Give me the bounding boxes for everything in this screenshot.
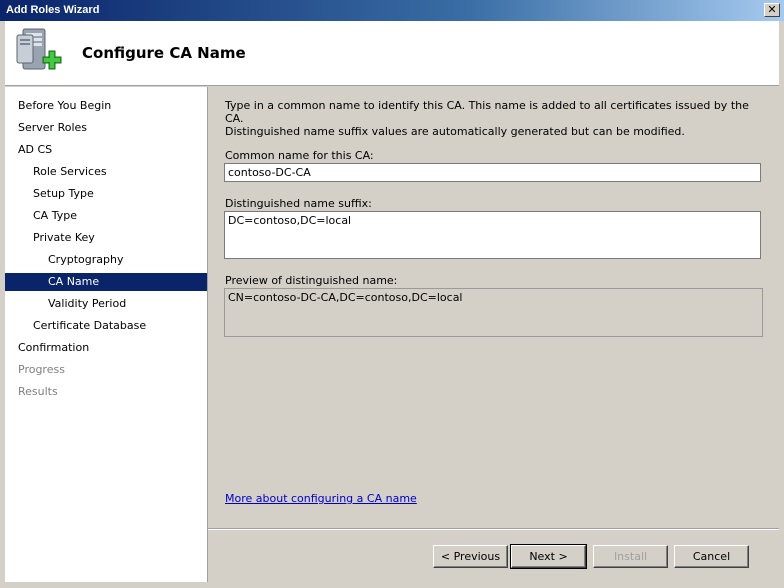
dn-suffix-input[interactable]: DC=contoso,DC=local bbox=[224, 211, 761, 259]
install-button: Install bbox=[593, 545, 668, 568]
wizard-nav: Before You Begin Server Roles AD CS Role Se… bbox=[5, 87, 208, 582]
nav-item-certificate-database[interactable]: Certificate Database bbox=[5, 317, 207, 335]
common-name-label: Common name for this CA: bbox=[225, 149, 374, 162]
nav-item-role-services[interactable]: Role Services bbox=[5, 163, 207, 181]
title-bar[interactable]: Add Roles Wizard ✕ bbox=[0, 0, 784, 21]
next-button[interactable]: Next > bbox=[510, 544, 587, 569]
nav-item-server-roles[interactable]: Server Roles bbox=[5, 119, 207, 137]
wizard-header: Configure CA Name bbox=[5, 21, 779, 86]
cancel-button[interactable]: Cancel bbox=[674, 545, 749, 568]
nav-item-before-you-begin[interactable]: Before You Begin bbox=[5, 97, 207, 115]
nav-item-ca-type[interactable]: CA Type bbox=[5, 207, 207, 225]
dn-preview-box: CN=contoso-DC-CA,DC=contoso,DC=local bbox=[224, 288, 763, 337]
description-line-2: Distinguished name suffix values are aut… bbox=[225, 125, 685, 138]
nav-item-cryptography[interactable]: Cryptography bbox=[5, 251, 207, 269]
add-roles-wizard-window: Add Roles Wizard ✕ Configure CA Name Bef… bbox=[0, 0, 784, 588]
nav-item-validity-period[interactable]: Validity Period bbox=[5, 295, 207, 313]
dn-suffix-label: Distinguished name suffix: bbox=[225, 197, 372, 210]
content-pane: Type in a common name to identify this C… bbox=[208, 87, 779, 527]
nav-item-progress: Progress bbox=[18, 363, 65, 376]
previous-button[interactable]: < Previous bbox=[433, 545, 508, 568]
preview-label: Preview of distinguished name: bbox=[225, 274, 398, 287]
nav-item-ad-cs[interactable]: AD CS bbox=[5, 141, 207, 159]
nav-item-private-key[interactable]: Private Key bbox=[5, 229, 207, 247]
window-title: Add Roles Wizard bbox=[6, 4, 100, 16]
nav-item-results: Results bbox=[18, 385, 58, 398]
description-line-1: Type in a common name to identify this C… bbox=[225, 99, 749, 125]
close-button[interactable]: ✕ bbox=[764, 3, 780, 17]
footer-divider-highlight bbox=[208, 529, 779, 530]
description-text: Type in a common name to identify this C… bbox=[225, 99, 755, 138]
nav-item-confirmation[interactable]: Confirmation bbox=[5, 339, 207, 357]
server-roles-add-icon bbox=[16, 28, 62, 70]
nav-item-ca-name[interactable]: CA Name bbox=[5, 273, 207, 291]
page-title: Configure CA Name bbox=[82, 44, 246, 62]
common-name-input[interactable] bbox=[224, 163, 761, 182]
nav-item-setup-type[interactable]: Setup Type bbox=[5, 185, 207, 203]
help-link[interactable]: More about configuring a CA name bbox=[225, 492, 417, 505]
